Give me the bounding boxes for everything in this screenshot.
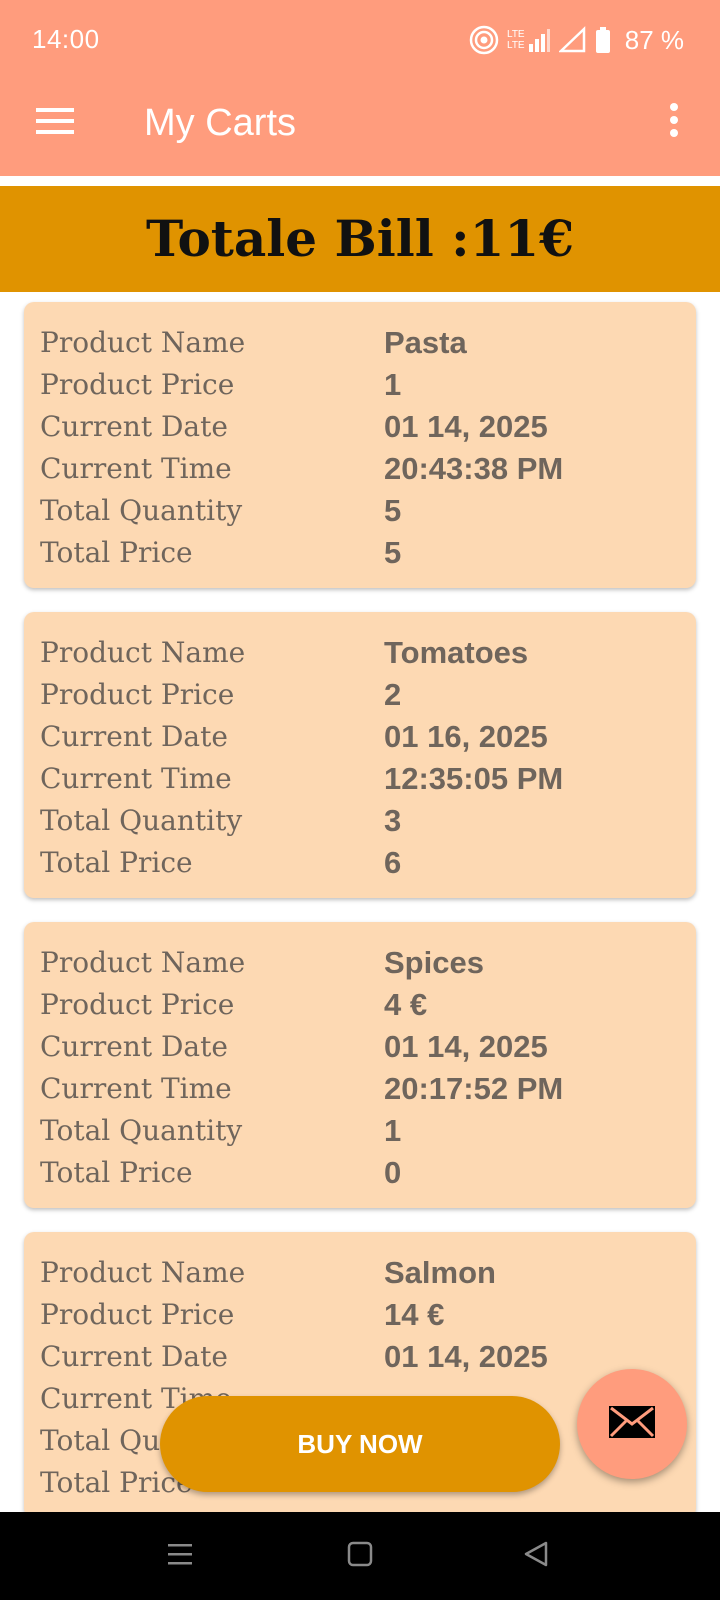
current-time-row: Current Time 20:17:52 PM: [40, 1068, 680, 1110]
home-icon[interactable]: [346, 1540, 374, 1573]
current-date-label: Current Date: [40, 1030, 228, 1063]
total-price-label: Total Price: [40, 1156, 193, 1189]
current-date-value: 01 14, 2025: [384, 1029, 548, 1064]
svg-text:LTE: LTE: [507, 40, 525, 51]
total-price-value: 0: [384, 1155, 402, 1190]
total-price-row: Total Price 6: [40, 842, 680, 884]
total-quantity-label: Total Quantity: [40, 804, 243, 837]
app-bar: My Carts: [0, 80, 720, 176]
product-name-label: Product Name: [40, 636, 246, 669]
current-date-label: Current Date: [40, 720, 228, 753]
current-date-row: Current Date 01 14, 2025: [40, 1336, 680, 1378]
product-price-row: Product Price 4 €: [40, 984, 680, 1026]
current-date-label: Current Date: [40, 410, 228, 443]
product-price-label: Product Price: [40, 1298, 235, 1331]
product-name-value: Tomatoes: [384, 635, 529, 670]
current-date-value: 01 14, 2025: [384, 409, 548, 444]
total-quantity-row: Total Quantity 1: [40, 1110, 680, 1152]
product-price-label: Product Price: [40, 678, 235, 711]
more-vert-icon[interactable]: [668, 102, 680, 143]
current-date-value: 01 16, 2025: [384, 719, 548, 754]
product-name-value: Pasta: [384, 325, 467, 360]
current-time-label: Current Time: [40, 1072, 232, 1105]
total-quantity-label: Total Quantity: [40, 1114, 243, 1147]
product-name-label: Product Name: [40, 1256, 246, 1289]
total-price-label: Total Price: [40, 536, 193, 569]
system-nav-bar: [0, 1512, 720, 1600]
product-price-label: Product Price: [40, 368, 235, 401]
current-date-row: Current Date 01 16, 2025: [40, 716, 680, 758]
product-price-row: Product Price 1: [40, 364, 680, 406]
status-time: 14:00: [32, 24, 100, 54]
total-quantity-value: 3: [384, 803, 402, 838]
total-quantity-row: Total Quantity 3: [40, 800, 680, 842]
product-name-row: Product Name Pasta: [40, 322, 680, 364]
battery-percent: 87 %: [624, 24, 684, 55]
product-name-value: Spices: [384, 945, 484, 980]
product-price-value: 14 €: [384, 1297, 445, 1332]
cart-item-card[interactable]: Product Name Spices Product Price 4 € Cu…: [24, 922, 696, 1208]
total-price-row: Total Price 0: [40, 1152, 680, 1194]
battery-icon: [595, 26, 611, 54]
mail-icon: [607, 1404, 657, 1445]
product-price-row: Product Price 14 €: [40, 1294, 680, 1336]
total-price-value: 5: [384, 535, 402, 570]
product-name-label: Product Name: [40, 326, 246, 359]
product-name-row: Product Name Tomatoes: [40, 632, 680, 674]
status-icons: LTE LTE 87 %: [469, 22, 684, 58]
current-time-label: Current Time: [40, 762, 232, 795]
current-date-row: Current Date 01 14, 2025: [40, 406, 680, 448]
total-bill-banner: Totale Bill :11€: [0, 186, 720, 292]
total-price-row: Total Price 5: [40, 532, 680, 574]
product-name-label: Product Name: [40, 946, 246, 979]
email-fab-button[interactable]: [577, 1369, 687, 1479]
current-date-row: Current Date 01 14, 2025: [40, 1026, 680, 1068]
total-price-label: Total Price: [40, 846, 193, 879]
total-quantity-row: Total Quantity 5: [40, 490, 680, 532]
current-time-row: Current Time 20:43:38 PM: [40, 448, 680, 490]
total-price-value: 6: [384, 845, 402, 880]
current-date-value: 01 14, 2025: [384, 1339, 548, 1374]
current-time-value: 20:43:38 PM: [384, 451, 564, 486]
status-bar: 14:00 LTE LTE 87 %: [0, 0, 720, 80]
back-icon[interactable]: [522, 1540, 550, 1573]
hotspot-icon: [469, 25, 499, 55]
total-quantity-value: 5: [384, 493, 402, 528]
product-price-value: 1: [384, 367, 402, 402]
current-date-label: Current Date: [40, 1340, 228, 1373]
product-name-row: Product Name Spices: [40, 942, 680, 984]
product-name-row: Product Name Salmon: [40, 1252, 680, 1294]
cart-item-card[interactable]: Product Name Pasta Product Price 1 Curre…: [24, 302, 696, 588]
product-name-value: Salmon: [384, 1255, 496, 1290]
current-time-label: Current Time: [40, 452, 232, 485]
product-price-row: Product Price 2: [40, 674, 680, 716]
signal-icon: [558, 26, 587, 54]
svg-text:LTE: LTE: [507, 29, 525, 40]
menu-icon[interactable]: [36, 106, 76, 141]
product-price-value: 4 €: [384, 987, 428, 1022]
total-bill-text: Totale Bill :11€: [145, 209, 574, 268]
buy-now-button[interactable]: BUY NOW: [160, 1396, 560, 1492]
current-time-row: Current Time 12:35:05 PM: [40, 758, 680, 800]
total-quantity-value: 1: [384, 1113, 402, 1148]
cart-item-card[interactable]: Product Name Tomatoes Product Price 2 Cu…: [24, 612, 696, 898]
current-time-value: 20:17:52 PM: [384, 1071, 564, 1106]
total-quantity-label: Total Quantity: [40, 494, 243, 527]
product-price-value: 2: [384, 677, 402, 712]
recents-icon[interactable]: [166, 1540, 194, 1573]
product-price-label: Product Price: [40, 988, 235, 1021]
lte-signal-icon: LTE LTE: [507, 26, 551, 54]
page-title: My Carts: [144, 102, 296, 144]
current-time-value: 12:35:05 PM: [384, 761, 564, 796]
